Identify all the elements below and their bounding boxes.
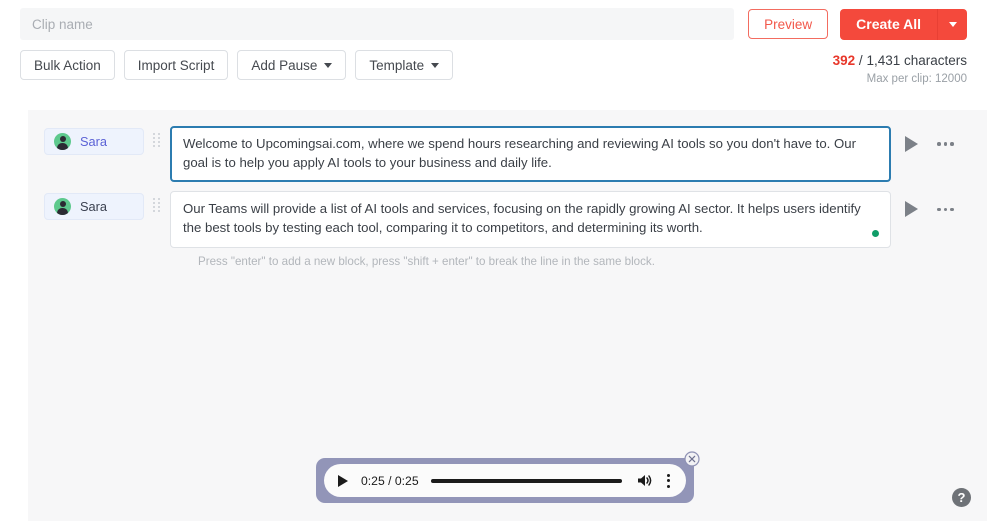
clip-name-input[interactable] <box>20 8 735 40</box>
close-circle-icon[interactable] <box>684 451 700 467</box>
script-block-row: Sara Our Teams will provide a list of AI… <box>28 182 987 248</box>
audio-player-shell: 0:25 / 0:25 <box>316 458 694 503</box>
chevron-down-icon <box>324 62 333 68</box>
character-count-separator: / <box>855 53 867 68</box>
drag-dots <box>153 198 161 213</box>
speaker-name-label: Sara <box>80 199 108 215</box>
script-text-content: Our Teams will provide a list of AI tool… <box>183 201 861 236</box>
user-avatar-icon <box>54 198 71 216</box>
drag-dots <box>153 133 161 147</box>
import-script-label: Import Script <box>137 57 215 73</box>
create-all-button[interactable]: Create All <box>840 8 937 40</box>
user-avatar-icon <box>54 133 71 150</box>
script-text-input[interactable]: Welcome to Upcomingsai.com, where we spe… <box>170 126 891 183</box>
script-text-input[interactable]: Our Teams will provide a list of AI tool… <box>170 191 891 248</box>
import-script-button[interactable]: Import Script <box>123 50 229 80</box>
bulk-action-button[interactable]: Bulk Action <box>20 50 115 80</box>
bulk-action-label: Bulk Action <box>34 57 101 73</box>
play-icon[interactable] <box>338 474 348 487</box>
more-vertical-icon[interactable] <box>665 472 672 490</box>
help-circle-icon[interactable]: ? <box>952 488 971 507</box>
action-toolbar: Bulk Action Import Script Add Pause Temp… <box>0 50 987 96</box>
script-block-row: Sara Welcome to Upcomingsai.com, where w… <box>28 110 987 183</box>
create-all-dropdown-button[interactable] <box>937 8 967 40</box>
audio-time-display: 0:25 / 0:25 <box>361 473 419 488</box>
max-per-clip-label: Max per clip: 12000 <box>866 73 967 85</box>
character-count-used: 392 <box>832 53 856 68</box>
audio-progress-bar[interactable] <box>430 478 622 483</box>
template-button[interactable]: Template <box>355 50 454 80</box>
script-block-actions <box>891 126 969 152</box>
more-horizontal-icon[interactable] <box>935 204 956 216</box>
audio-player: 0:25 / 0:25 <box>316 451 700 503</box>
preview-button[interactable]: Preview <box>748 9 829 39</box>
speaker-selector-chip[interactable]: Sara <box>44 193 144 221</box>
character-count-total: 1,431 characters <box>866 53 967 68</box>
play-icon[interactable] <box>905 201 918 218</box>
top-bar: Preview Create All <box>0 0 987 48</box>
script-block-actions <box>891 191 969 218</box>
play-icon[interactable] <box>905 136 918 152</box>
character-counter: 392 / 1,431 characters Max per clip: 120… <box>833 50 967 86</box>
volume-high-icon[interactable] <box>636 473 653 488</box>
template-label: Template <box>369 57 425 73</box>
add-pause-button[interactable]: Add Pause <box>237 50 347 80</box>
status-dot <box>872 229 879 237</box>
audio-player-controls: 0:25 / 0:25 <box>324 464 686 497</box>
create-all-group: Create All <box>840 8 967 40</box>
speaker-name-label: Sara <box>80 134 108 149</box>
keyboard-hint-text: Press "enter" to add a new block, press … <box>198 254 655 268</box>
add-pause-label: Add Pause <box>251 57 318 73</box>
speaker-selector-chip[interactable]: Sara <box>44 128 144 155</box>
drag-handle-icon[interactable] <box>144 191 170 213</box>
chevron-down-icon <box>948 21 957 27</box>
drag-handle-icon[interactable] <box>144 126 170 147</box>
more-horizontal-icon[interactable] <box>935 138 956 150</box>
chevron-down-icon <box>431 62 440 68</box>
